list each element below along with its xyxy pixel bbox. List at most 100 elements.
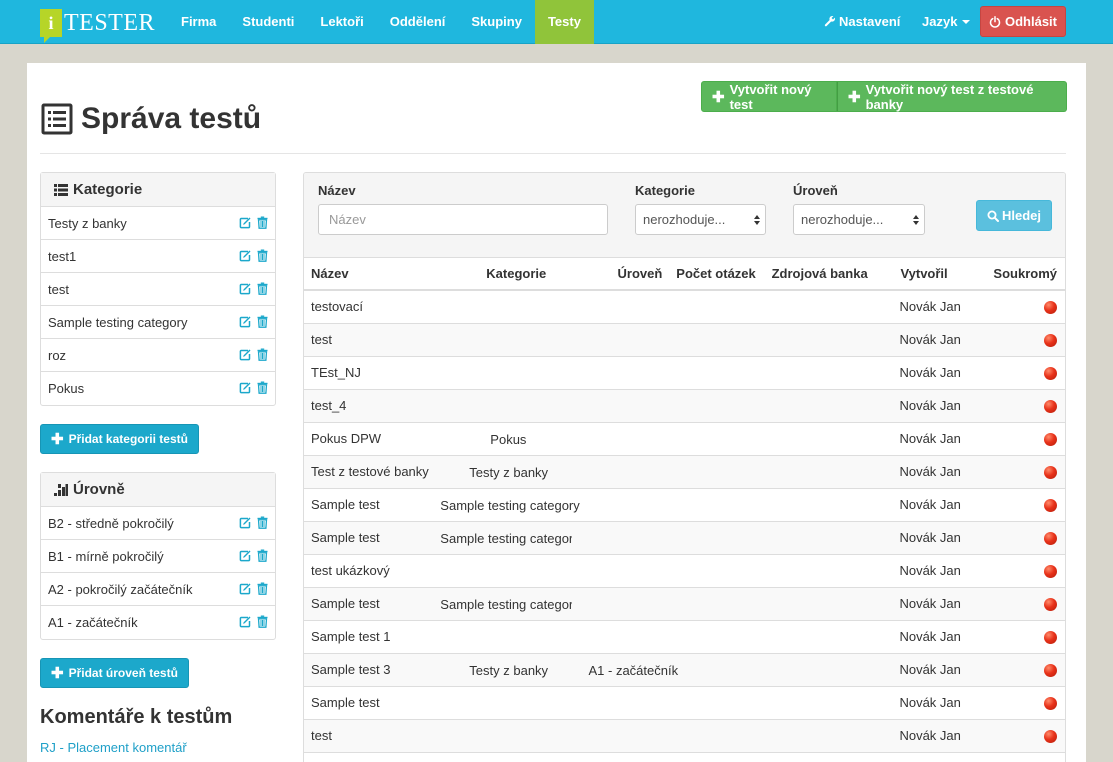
nav-item-testy[interactable]: Testy	[534, 0, 594, 44]
cell-name[interactable]: testovací	[304, 290, 441, 324]
table-row[interactable]: Test z testové banky Testy z banky Novák J…	[304, 455, 1065, 489]
category-item[interactable]: test	[41, 273, 275, 306]
table-row[interactable]: test ukázkový Novák Jan	[304, 554, 1065, 588]
table-row[interactable]: TEst_NJ Novák Jan	[304, 356, 1065, 390]
cell-name[interactable]: test_4	[304, 389, 441, 423]
cell-name[interactable]: test	[304, 719, 441, 753]
cell-name[interactable]: Pokus DPW	[304, 422, 441, 456]
edit-icon[interactable]	[239, 516, 252, 529]
table-row[interactable]: Sample test 3 Testy z banky A1 - začáteční…	[304, 653, 1065, 687]
cell-name[interactable]: Sample test 1	[304, 620, 441, 654]
level-item[interactable]: B2 - středně pokročilý	[41, 507, 275, 540]
nav-item-lektori[interactable]: Lektoři	[307, 0, 376, 44]
search-button[interactable]: Hledej	[976, 200, 1052, 231]
trash-icon[interactable]	[256, 381, 269, 394]
trash-icon[interactable]	[256, 549, 269, 562]
trash-icon[interactable]	[256, 582, 269, 595]
cell-private	[967, 653, 1065, 687]
trash-icon[interactable]	[256, 216, 269, 229]
trash-icon[interactable]	[256, 282, 269, 295]
cell-category-text: Sample testing category	[440, 596, 580, 612]
cell-name[interactable]: Sample test	[304, 488, 441, 522]
col-header-level[interactable]: Úroveň	[571, 258, 670, 291]
table-row[interactable]: Sample test Sample testing category Novák …	[304, 488, 1065, 522]
category-item[interactable]: roz	[41, 339, 275, 372]
add-category-button[interactable]: ✚ Přidat kategorii testů	[40, 424, 199, 454]
language-dropdown[interactable]: Jazyk	[922, 0, 971, 44]
nav-item-firma[interactable]: Firma	[168, 0, 229, 44]
edit-icon[interactable]	[239, 348, 252, 361]
level-item[interactable]: A2 - pokročilý začátečník	[41, 573, 275, 606]
cell-name[interactable]: test	[304, 323, 441, 357]
level-item[interactable]: A1 - začátečník	[41, 606, 275, 639]
trash-icon[interactable]	[256, 315, 269, 328]
add-level-button[interactable]: ✚ Přidat úroveň testů	[40, 658, 189, 688]
cell-name[interactable]: Sample test	[304, 686, 441, 720]
bar-chart-icon	[54, 483, 68, 496]
nav-item-studenti[interactable]: Studenti	[229, 0, 307, 44]
col-header-name[interactable]: Název	[304, 258, 441, 291]
cell-name[interactable]: test ukázkový	[304, 554, 441, 588]
cell-category: Testy z banky	[440, 455, 572, 489]
cell-category-text: Sample testing category	[440, 530, 580, 546]
table-row[interactable]: Sample test 1 Novák Jan	[304, 620, 1065, 654]
nav-item-oddeleni[interactable]: Oddělení	[377, 0, 459, 44]
edit-icon[interactable]	[239, 615, 252, 628]
levels-panel-header: Úrovně	[41, 473, 275, 507]
cell-private	[967, 290, 1065, 324]
col-header-question-count[interactable]: Počet otázek	[669, 258, 765, 291]
col-header-category[interactable]: Kategorie	[440, 258, 572, 291]
cell-name[interactable]: Sample test 3	[304, 653, 441, 687]
table-row[interactable]: Sample test Novák Jan	[304, 686, 1065, 720]
edit-icon[interactable]	[239, 249, 252, 262]
edit-icon[interactable]	[239, 582, 252, 595]
trash-icon[interactable]	[256, 249, 269, 262]
edit-icon[interactable]	[239, 381, 252, 394]
edit-icon[interactable]	[239, 315, 252, 328]
category-item[interactable]: Sample testing category	[41, 306, 275, 339]
cell-name[interactable]: Sample test	[304, 587, 441, 621]
trash-icon[interactable]	[256, 615, 269, 628]
category-item[interactable]: Testy z banky	[41, 207, 275, 240]
edit-icon[interactable]	[239, 549, 252, 562]
table-row[interactable]: Sample test Sample testing category Novák …	[304, 521, 1065, 555]
category-item[interactable]: test1	[41, 240, 275, 273]
cell-question-count	[669, 422, 765, 456]
col-header-author[interactable]: Vytvořil	[880, 258, 968, 291]
logout-button[interactable]: Odhlásit	[980, 6, 1066, 37]
category-item[interactable]: Pokus	[41, 372, 275, 405]
table-row[interactable]: testovací Novák Jan	[304, 290, 1065, 324]
cell-level	[571, 455, 670, 489]
edit-icon[interactable]	[239, 216, 252, 229]
trash-icon[interactable]	[256, 348, 269, 361]
cell-name[interactable]: Test z testové banky	[304, 455, 441, 489]
comments-link[interactable]: RJ - Placement komentář	[40, 740, 187, 755]
category-filter-value: nerozhoduje...	[643, 212, 726, 227]
settings-link[interactable]: Nastavení	[824, 0, 900, 44]
table-row[interactable]: Sample test Sample testing category Novák …	[304, 587, 1065, 621]
cell-source-bank	[764, 488, 881, 522]
cell-name[interactable]: TEst_NJ	[304, 356, 441, 390]
col-header-source-bank[interactable]: Zdrojová banka	[764, 258, 881, 291]
create-test-from-bank-button[interactable]: ✚ Vytvořit nový test z testové banky	[837, 81, 1067, 112]
level-item[interactable]: B1 - mírně pokročilý	[41, 540, 275, 573]
cell-category	[440, 389, 572, 423]
create-test-button[interactable]: ✚ Vytvořit nový test	[701, 81, 837, 112]
select-arrows-icon	[913, 215, 919, 225]
level-filter-select[interactable]: nerozhoduje...	[793, 204, 925, 235]
edit-icon[interactable]	[239, 282, 252, 295]
table-row[interactable]: test Novák Jan	[304, 719, 1065, 753]
table-row[interactable]: Pokus DPW Pokus Novák Jan	[304, 422, 1065, 456]
table-row[interactable]: test_4 Novák Jan	[304, 389, 1065, 423]
cell-name[interactable]: Sample test	[304, 521, 441, 555]
brand-logo[interactable]: i TESTER	[40, 8, 155, 43]
trash-icon[interactable]	[256, 516, 269, 529]
category-filter-select[interactable]: nerozhoduje...	[635, 204, 766, 235]
nav-item-skupiny[interactable]: Skupiny	[458, 0, 535, 44]
name-filter-input[interactable]: Název	[318, 204, 608, 235]
cell-category-text: Testy z banky	[469, 464, 549, 480]
table-row[interactable]: test Novák Jan	[304, 323, 1065, 357]
col-header-private[interactable]: Soukromý	[967, 258, 1065, 291]
cell-source-bank	[764, 455, 881, 489]
brand-logo-mark: i	[40, 9, 62, 43]
